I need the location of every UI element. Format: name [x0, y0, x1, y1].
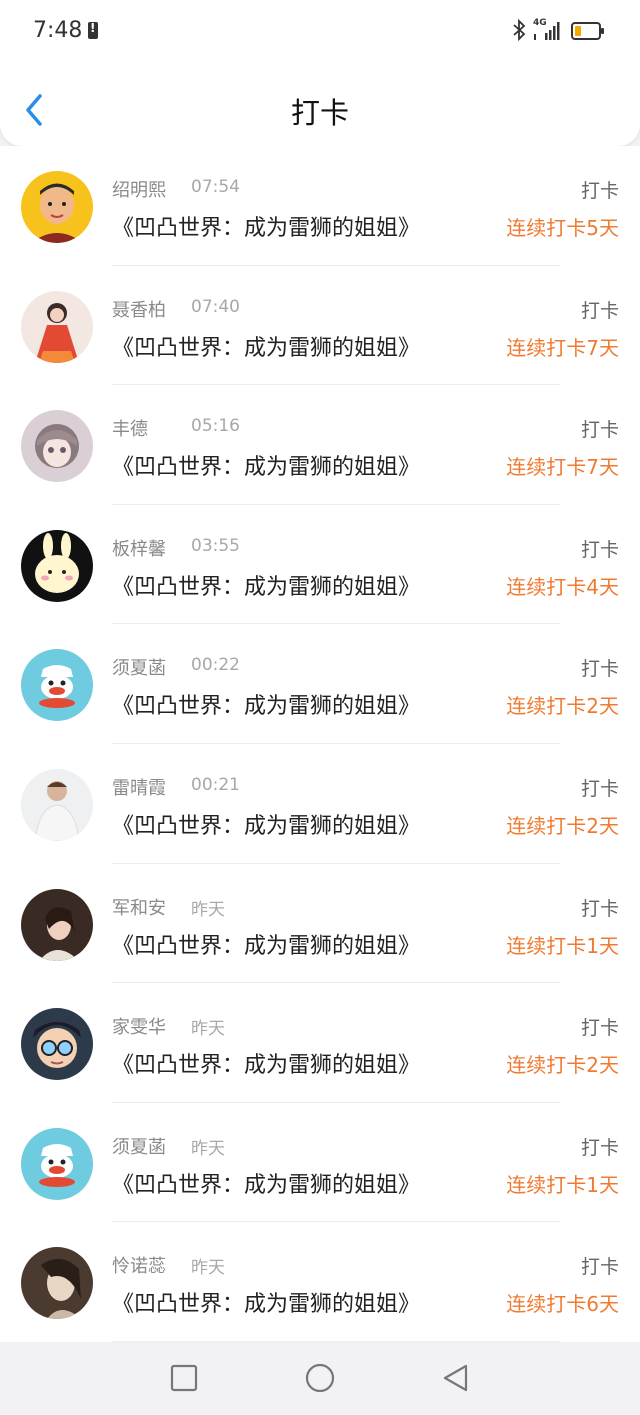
checkin-label: 打卡: [580, 538, 619, 561]
alert-icon: [88, 21, 98, 39]
checkin-time: 昨天: [191, 1019, 225, 1040]
checkin-label: 打卡: [580, 299, 619, 322]
checkin-row[interactable]: 绍明熙 07:54 《凹凸世界：成为雷狮的姐姐》 打卡连续打卡5天: [0, 146, 640, 266]
checkin-label: 打卡: [580, 1136, 619, 1159]
book-title[interactable]: 《凹凸世界：成为雷狮的姐姐》: [112, 808, 420, 840]
book-title[interactable]: 《凹凸世界：成为雷狮的姐姐》: [112, 1047, 420, 1079]
header: 7:48 4G 打卡: [0, 0, 640, 146]
anime-boy-glasses-avatar[interactable]: [21, 1008, 93, 1081]
checkin-time: 00:21: [191, 774, 240, 795]
streak-days: 连续打卡5天: [506, 216, 619, 240]
book-title[interactable]: 《凹凸世界：成为雷狮的姐姐》: [112, 1286, 420, 1318]
system-back-button[interactable]: [440, 1362, 472, 1394]
book-title[interactable]: 《凹凸世界：成为雷狮的姐姐》: [112, 330, 420, 362]
checkin-row[interactable]: 军和安 昨天《凹凸世界：成为雷狮的姐姐》 打卡连续打卡1天: [0, 864, 640, 984]
status-time: 7:48: [33, 18, 83, 43]
checkin-row[interactable]: 家雯华 昨天《凹凸世界：成为雷狮的姐姐》 打卡连续打卡2天: [0, 983, 640, 1103]
home-button[interactable]: [304, 1362, 336, 1394]
checkin-row[interactable]: 雷晴霞 00:21 《凹凸世界：成为雷狮的姐姐》 打卡连续打卡2天: [0, 744, 640, 864]
streak-days: 连续打卡1天: [506, 1172, 619, 1197]
checkin-label: 打卡: [580, 1017, 619, 1040]
checkin-row[interactable]: 须夏菡 昨天《凹凸世界：成为雷狮的姐姐》 打卡连续打卡1天: [0, 1103, 640, 1223]
streak-days: 连续打卡2天: [506, 694, 619, 719]
streak-days: 连续打卡2天: [506, 1053, 619, 1078]
checkin-time: 00:22: [191, 655, 240, 676]
woman-photo-avatar[interactable]: [21, 888, 93, 961]
man-photo-avatar[interactable]: [21, 768, 93, 841]
page-title: 打卡: [290, 96, 349, 130]
streak-days: 连续打卡1天: [506, 933, 619, 958]
checkin-label: 打卡: [580, 180, 619, 202]
checkin-time: 05:16: [191, 416, 240, 437]
checkin-row[interactable]: 聂香柏 07:40 《凹凸世界：成为雷狮的姐姐》 打卡连续打卡7天: [0, 266, 640, 386]
checkin-time: 03:55: [191, 535, 240, 556]
doll-red-dress-avatar[interactable]: [21, 290, 93, 363]
checkin-label: 打卡: [580, 1256, 619, 1279]
battery-icon: [571, 22, 604, 40]
battery-level: [575, 26, 581, 36]
checkin-row[interactable]: 丰德 05:16 《凹凸世界：成为雷狮的姐姐》 打卡连续打卡7天: [0, 385, 640, 505]
checkin-time: 07:40: [191, 296, 240, 317]
bunny-avatar[interactable]: [21, 529, 93, 602]
checkin-time: 07:54: [191, 177, 240, 197]
streak-days: 连续打卡4天: [506, 574, 619, 599]
username[interactable]: 板梓馨: [112, 535, 166, 561]
monkey-cartoon-avatar[interactable]: [21, 649, 93, 722]
username[interactable]: 聂香柏: [112, 296, 166, 322]
book-title[interactable]: 《凹凸世界：成为雷狮的姐姐》: [112, 688, 420, 720]
checkin-list: 绍明熙 07:54 《凹凸世界：成为雷狮的姐姐》 打卡 连续打卡5天 聂香柏 07:40 《凹…: [0, 146, 640, 1342]
status-bar: 7:48 4G: [0, 0, 640, 64]
book-title[interactable]: 《凹凸世界：成为雷狮的姐姐》: [112, 1167, 420, 1199]
book-title[interactable]: 《凹凸世界：成为雷狮的姐姐》: [112, 569, 420, 601]
checkin-label: 打卡: [580, 419, 619, 442]
recent-apps-button[interactable]: [168, 1362, 200, 1394]
checkin-row[interactable]: 板梓馨 03:55 《凹凸世界：成为雷狮的姐姐》 打卡连续打卡4天: [0, 505, 640, 625]
book-title[interactable]: 《凹凸世界：成为雷狮的姐姐》: [112, 449, 420, 481]
username[interactable]: 军和安: [112, 894, 166, 920]
book-title[interactable]: 《凹凸世界：成为雷狮的姐姐》: [112, 210, 420, 242]
username[interactable]: 须夏菡: [112, 1133, 166, 1159]
username[interactable]: 家雯华: [112, 1013, 166, 1039]
checkin-label: 打卡: [580, 658, 619, 681]
signal-icon: 4G: [533, 18, 563, 42]
bluetooth-icon: [513, 19, 526, 41]
woman-soft-photo-avatar[interactable]: [21, 1247, 93, 1320]
checkin-row[interactable]: 怜诺蕊 昨天《凹凸世界：成为雷狮的姐姐》 打卡连续打卡6天: [0, 1222, 640, 1342]
streak-days: 连续打卡2天: [506, 813, 619, 838]
checkin-time: 昨天: [191, 1258, 225, 1279]
checkin-time: 昨天: [191, 899, 225, 920]
checkin-label: 打卡: [580, 897, 619, 920]
anime-girl-avatar[interactable]: [21, 410, 93, 483]
username[interactable]: 须夏菡: [112, 654, 166, 680]
username[interactable]: 雷晴霞: [112, 774, 166, 800]
username[interactable]: 怜诺蕊: [112, 1252, 166, 1278]
streak-days: 连续打卡7天: [506, 455, 619, 480]
system-nav-bar: [0, 1342, 640, 1415]
book-title[interactable]: 《凹凸世界：成为雷狮的姐姐》: [112, 928, 420, 960]
checkin-time: 昨天: [191, 1138, 225, 1159]
streak-days: 连续打卡6天: [506, 1292, 619, 1317]
streak-days: 连续打卡7天: [506, 335, 619, 360]
checkin-row[interactable]: 须夏菡 00:22 《凹凸世界：成为雷狮的姐姐》 打卡连续打卡2天: [0, 624, 640, 744]
checkin-label: 打卡: [580, 777, 619, 800]
monkey-cartoon-avatar[interactable]: [21, 1127, 93, 1200]
username[interactable]: 绍明熙: [112, 176, 166, 202]
username[interactable]: 丰德: [112, 415, 148, 441]
cartoon-man-avatar[interactable]: [21, 171, 93, 243]
